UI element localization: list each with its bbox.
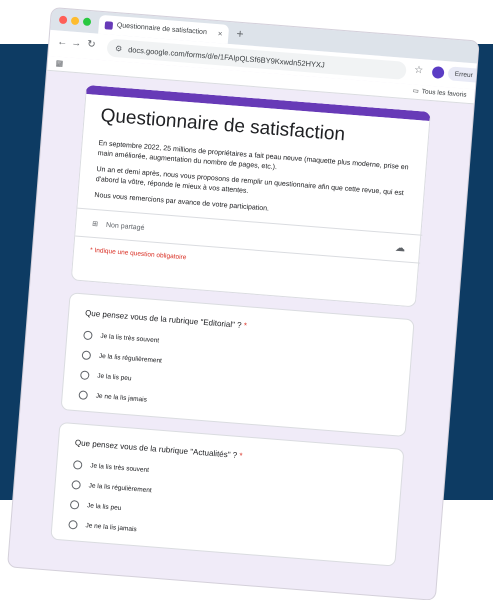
option-label: Je la lis régulièrement [98,352,163,365]
form-title: Questionnaire de satisfaction [99,105,346,146]
forms-favicon-icon [104,20,114,30]
back-arrow-icon[interactable]: ← [57,37,68,49]
tune-icon[interactable]: ⚙ [115,44,123,54]
radio-option[interactable]: Je la lis très souvent [83,330,159,345]
account-icon: ⊞ [91,220,99,229]
radio-option[interactable]: Je la lis peu [69,499,122,513]
error-button[interactable]: Erreur ⋮ [447,66,479,84]
option-label: Je la lis très souvent [100,332,160,345]
maximize-window-button[interactable] [82,17,92,27]
error-label: Erreur [454,70,474,79]
radio-option[interactable]: Je la lis régulièrement [71,480,152,495]
tab-title: Questionnaire de satisfaction [116,22,208,37]
radio-option[interactable]: Je la lis peu [79,370,132,383]
form-header-card: Questionnaire de satisfaction En septemb… [70,84,432,308]
reload-icon[interactable]: ↻ [87,39,96,51]
option-label: Je la lis peu [96,372,132,383]
radio-option[interactable]: Je ne la lis jamais [68,519,137,534]
forward-arrow-icon[interactable]: → [71,38,82,50]
star-icon[interactable]: ☆ [414,65,424,77]
radio-icon[interactable] [78,390,89,400]
option-label: Je la lis régulièrement [88,482,152,495]
apps-icon[interactable]: ▦ [55,58,63,68]
radio-icon[interactable] [79,370,90,381]
all-bookmarks-button[interactable]: ▭ Tous les favoris [412,87,466,99]
new-tab-button[interactable]: + [236,27,244,42]
tab-close-icon[interactable]: × [217,29,222,38]
option-label: Je la lis très souvent [89,462,150,475]
browser-window: Questionnaire de satisfaction × + ← → ↻ … [8,8,479,600]
option-label: Je ne la lis jamais [95,392,148,404]
all-bookmarks-label: Tous les favoris [421,87,467,99]
question-card-editorial: Que pensez vous de la rubrique "Editoria… [60,292,415,438]
radio-icon[interactable] [81,350,92,361]
shared-label: Non partagé [105,221,145,232]
minimize-window-button[interactable] [70,16,80,26]
question-text: Que pensez vous de la rubrique "Editoria… [84,308,242,330]
radio-icon[interactable] [69,499,80,510]
question-title: Que pensez vous de la rubrique "Actualit… [75,438,243,460]
required-mark: * [243,321,248,331]
radio-icon[interactable] [83,330,93,341]
question-card-actualites: Que pensez vous de la rubrique "Actualit… [50,421,405,567]
radio-icon[interactable] [68,519,78,530]
required-note: * Indique une question obligatoire [89,246,187,262]
cloud-icon: ☁ [394,242,406,255]
required-mark: * [239,451,243,461]
radio-icon[interactable] [72,460,83,470]
folder-icon: ▭ [412,87,420,96]
question-title: Que pensez vous de la rubrique "Editoria… [85,309,247,331]
question-text: Que pensez vous de la rubrique "Actualit… [74,438,238,460]
radio-option[interactable]: Je ne la lis jamais [78,390,147,404]
radio-option[interactable]: Je la lis régulièrement [81,350,163,365]
radio-icon[interactable] [71,480,81,490]
option-label: Je la lis peu [86,502,122,512]
radio-option[interactable]: Je la lis très souvent [72,460,150,475]
close-window-button[interactable] [58,15,68,25]
profile-avatar[interactable] [431,66,445,79]
option-label: Je ne la lis jamais [85,522,137,534]
